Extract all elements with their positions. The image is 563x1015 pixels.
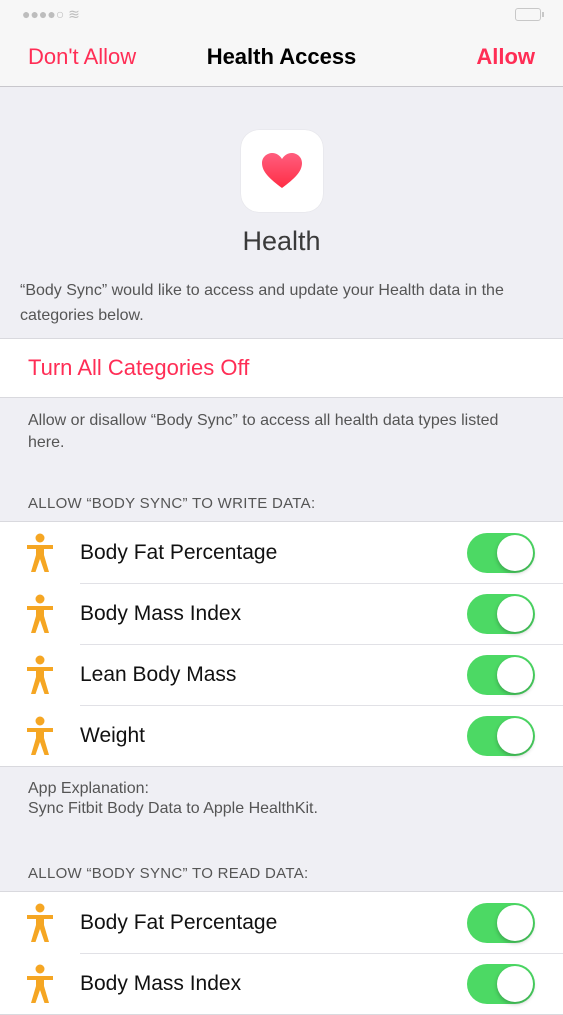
read-item-body-fat-percentage: Body Fat Percentage xyxy=(0,892,563,953)
write-item-body-fat-percentage: Body Fat Percentage xyxy=(0,522,563,583)
toggle-knob xyxy=(497,656,533,693)
app-explanation-title: App Explanation: xyxy=(28,780,149,797)
health-app-icon xyxy=(240,130,323,212)
list-item-label: Body Mass Index xyxy=(80,601,242,625)
write-item-weight: Weight xyxy=(0,705,563,766)
write-data-list: Body Fat Percentage Body Mass Index Lean… xyxy=(0,521,563,767)
body-mass-index-read-toggle[interactable] xyxy=(467,963,535,1004)
toggle-knob xyxy=(497,904,533,941)
body-mass-index-write-toggle[interactable] xyxy=(467,593,535,634)
list-item-label: Body Fat Percentage xyxy=(80,540,278,564)
person-icon xyxy=(0,655,80,695)
person-icon xyxy=(0,964,80,1004)
toggle-knob xyxy=(497,534,533,571)
read-data-list: Body Fat Percentage Body Mass Index xyxy=(0,891,563,1015)
signal-icon: ●●●●○ ≋ xyxy=(22,5,80,22)
body-fat-percentage-write-toggle[interactable] xyxy=(467,532,535,573)
app-header: Health xyxy=(0,87,563,257)
app-explanation: App Explanation: Sync Fitbit Body Data t… xyxy=(0,767,563,857)
list-item-label: Lean Body Mass xyxy=(80,662,237,686)
app-name: Health xyxy=(242,226,321,256)
turn-all-note: Allow or disallow “Body Sync” to access … xyxy=(28,412,499,451)
person-icon xyxy=(0,533,80,573)
list-item-label: Body Mass Index xyxy=(80,971,242,995)
navigation-bar: Don't Allow Health Access Allow xyxy=(0,28,563,87)
write-section-header: ALLOW “BODY SYNC” TO WRITE DATA: xyxy=(28,495,316,512)
allow-button[interactable]: Allow xyxy=(476,44,535,70)
toggle-knob xyxy=(497,717,533,754)
lean-body-mass-write-toggle[interactable] xyxy=(467,654,535,695)
heart-icon xyxy=(261,153,302,188)
toggle-knob xyxy=(497,965,533,1002)
body-fat-percentage-read-toggle[interactable] xyxy=(467,902,535,943)
person-icon xyxy=(0,594,80,634)
battery-icon xyxy=(515,7,544,21)
dont-allow-button[interactable]: Don't Allow xyxy=(28,44,136,70)
status-bar: ●●●●○ ≋ xyxy=(0,0,563,28)
read-item-body-mass-index: Body Mass Index xyxy=(0,953,563,1014)
list-item-label: Body Fat Percentage xyxy=(80,910,278,934)
app-explanation-text: Sync Fitbit Body Data to Apple HealthKit… xyxy=(28,800,318,817)
person-icon xyxy=(0,903,80,943)
list-item-label: Weight xyxy=(80,723,145,747)
toggle-knob xyxy=(497,595,533,632)
person-icon xyxy=(0,716,80,756)
write-item-lean-body-mass: Lean Body Mass xyxy=(0,644,563,705)
turn-all-categories-off-button[interactable]: Turn All Categories Off xyxy=(0,338,563,398)
write-item-body-mass-index: Body Mass Index xyxy=(0,583,563,644)
weight-write-toggle[interactable] xyxy=(467,715,535,756)
read-section-header: ALLOW “BODY SYNC” TO READ DATA: xyxy=(28,865,309,882)
access-description: “Body Sync” would like to access and upd… xyxy=(20,282,504,324)
